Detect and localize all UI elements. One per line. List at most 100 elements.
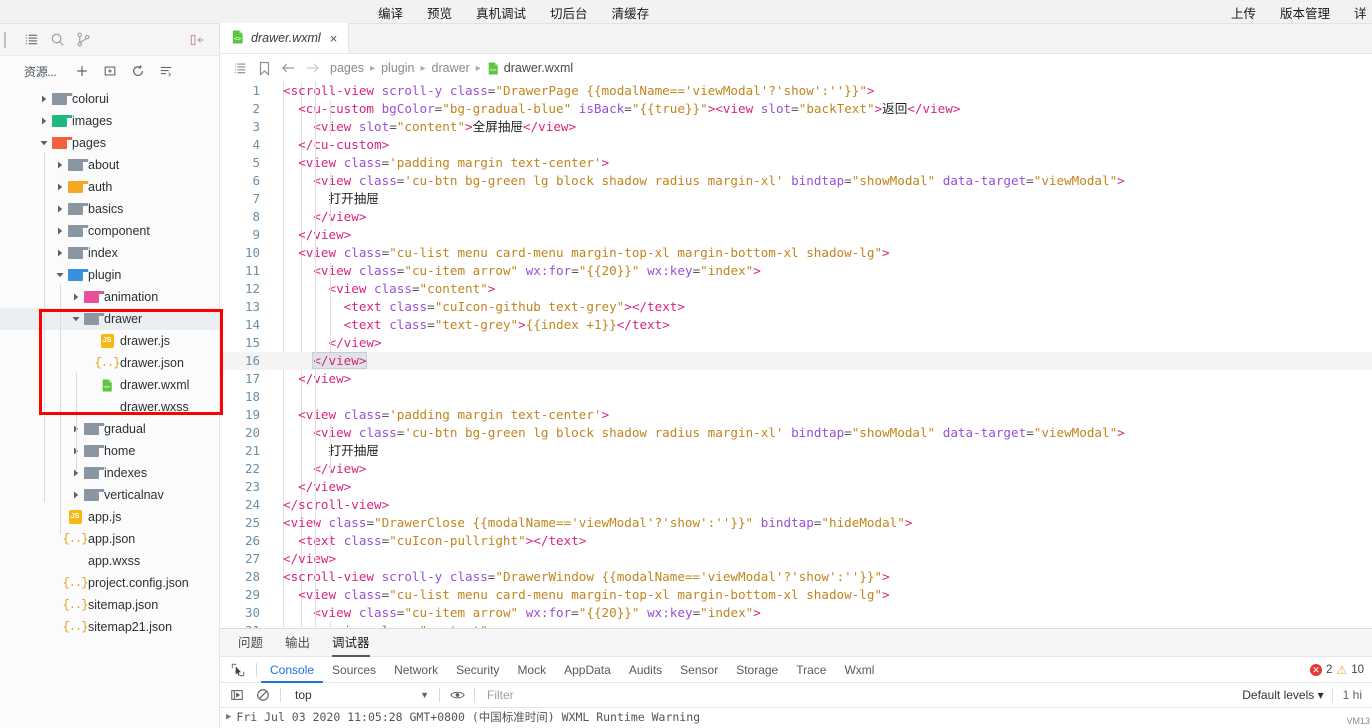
menu-clear-cache[interactable]: 清缓存	[612, 3, 650, 22]
code-line[interactable]: 18	[220, 388, 1372, 406]
devtools-tab-trace[interactable]: Trace	[787, 657, 835, 683]
console-issue-counts[interactable]: ✕ 2 ⚠ 10	[1310, 663, 1372, 677]
console-source-ref[interactable]: VM13	[1346, 716, 1370, 726]
panel-tabs[interactable]: 问题 输出 调试器	[220, 629, 1372, 657]
tree-item-indexes[interactable]: indexes	[0, 462, 219, 484]
code-line[interactable]: 27 </view>	[220, 550, 1372, 568]
code-line[interactable]: 3 <view slot="content">全屏抽屉</view>	[220, 118, 1372, 136]
code-line[interactable]: 25 <view class="DrawerClose {{modalName==…	[220, 514, 1372, 532]
explorer-icon[interactable]	[18, 28, 44, 52]
add-folder-icon[interactable]	[97, 59, 123, 83]
tree-item-sitemap21-json[interactable]: {..} sitemap21.json	[0, 616, 219, 638]
code-line[interactable]: 24 </scroll-view>	[220, 496, 1372, 514]
code-line[interactable]: 13 <text class="cuIcon-github text-grey"…	[220, 298, 1372, 316]
menu-details[interactable]: 详	[1354, 3, 1368, 22]
expand-arrow-icon[interactable]: ▶	[226, 712, 231, 722]
code-line[interactable]: 23 </view>	[220, 478, 1372, 496]
chevron-down-icon[interactable]	[54, 264, 66, 286]
breadcrumb-item-plugin[interactable]: plugin	[381, 61, 414, 75]
code-line[interactable]: 14 <text class="text-grey">{{index +1}}<…	[220, 316, 1372, 334]
inspect-element-icon[interactable]	[224, 657, 252, 683]
code-line[interactable]: 12 <view class="content">	[220, 280, 1372, 298]
tree-item-project-config-json[interactable]: {..} project.config.json	[0, 572, 219, 594]
tree-item-drawer-js[interactable]: JS drawer.js	[0, 330, 219, 352]
clear-console-icon[interactable]	[250, 683, 276, 708]
devtools-tab-security[interactable]: Security	[447, 657, 508, 683]
code-line[interactable]: 17 </view>	[220, 370, 1372, 388]
menu-version-manage[interactable]: 版本管理	[1280, 3, 1330, 22]
devtools-tab-mock[interactable]: Mock	[508, 657, 555, 683]
console-sidebar-icon[interactable]	[444, 683, 470, 708]
tree-item-app-wxss[interactable]: ᳽ app.wxss	[0, 550, 219, 572]
code-line[interactable]: 29 <view class="cu-list menu card-menu m…	[220, 586, 1372, 604]
code-line[interactable]: 7 打开抽屉	[220, 190, 1372, 208]
tree-item-drawer-wxss[interactable]: ᳽ drawer.wxss	[0, 396, 219, 418]
chevron-right-icon[interactable]	[70, 484, 82, 506]
devtools-tab-network[interactable]: Network	[385, 657, 447, 683]
menu-compile[interactable]: 编译	[378, 3, 403, 22]
source-control-icon[interactable]	[70, 28, 96, 52]
code-line[interactable]: 22 </view>	[220, 460, 1372, 478]
menu-background[interactable]: 切后台	[550, 3, 588, 22]
tree-item-drawer-wxml[interactable]: <> drawer.wxml	[0, 374, 219, 396]
tree-item-sitemap-json[interactable]: {..} sitemap.json	[0, 594, 219, 616]
code-line[interactable]: 28 <scroll-view scroll-y class="DrawerWin…	[220, 568, 1372, 586]
tree-item-index[interactable]: index	[0, 242, 219, 264]
code-line[interactable]: 19 <view class='padding margin text-cent…	[220, 406, 1372, 424]
devtools-tab-sources[interactable]: Sources	[323, 657, 385, 683]
add-file-icon[interactable]	[69, 59, 95, 83]
code-line[interactable]: 16 </view>	[220, 352, 1372, 370]
tree-item-drawer-json[interactable]: {..} drawer.json	[0, 352, 219, 374]
breadcrumb-item-file[interactable]: drawer.wxml	[504, 61, 573, 75]
tree-item-verticalnav[interactable]: verticalnav	[0, 484, 219, 506]
devtools-tab-audits[interactable]: Audits	[620, 657, 671, 683]
execution-context-select[interactable]: top ▼	[285, 685, 435, 705]
tree-item-auth[interactable]: auth	[0, 176, 219, 198]
chevron-right-icon[interactable]	[38, 110, 50, 132]
menu-upload[interactable]: 上传	[1231, 3, 1256, 22]
chevron-right-icon[interactable]	[54, 220, 66, 242]
devtools-tab-appdata[interactable]: AppData	[555, 657, 620, 683]
bookmark-icon[interactable]	[252, 54, 276, 82]
devtools-tab-console[interactable]: Console	[261, 657, 323, 683]
file-tree[interactable]: colorui images pages about auth basics compone…	[0, 86, 219, 638]
tree-item-pages[interactable]: pages	[0, 132, 219, 154]
tree-item-colorui[interactable]: colorui	[0, 88, 219, 110]
devtools-tab-storage[interactable]: Storage	[727, 657, 787, 683]
chevron-right-icon[interactable]	[54, 154, 66, 176]
console-log-entry[interactable]: ▶ Fri Jul 03 2020 11:05:28 GMT+0800 (中国标…	[220, 708, 1372, 726]
console-levels-select[interactable]: Default levels ▾	[1234, 688, 1331, 702]
code-line[interactable]: 21 打开抽屉	[220, 442, 1372, 460]
tree-item-animation[interactable]: animation	[0, 286, 219, 308]
code-line[interactable]: 9 </view>	[220, 226, 1372, 244]
code-line[interactable]: 8 </view>	[220, 208, 1372, 226]
editor-tab-drawer-wxml[interactable]: <> drawer.wxml ×	[220, 23, 349, 53]
code-line[interactable]: 10 <view class="cu-list menu card-menu m…	[220, 244, 1372, 262]
outline-icon[interactable]	[228, 54, 252, 82]
console-filter-input[interactable]	[487, 686, 1234, 705]
code-line[interactable]: 20 <view class='cu-btn bg-green lg block…	[220, 424, 1372, 442]
chevron-down-icon[interactable]	[70, 308, 82, 330]
execute-icon[interactable]	[224, 683, 250, 708]
code-line[interactable]: 2 <cu-custom bgColor="bg-gradual-blue" i…	[220, 100, 1372, 118]
devtools-tab-sensor[interactable]: Sensor	[671, 657, 727, 683]
chevron-right-icon[interactable]	[54, 242, 66, 264]
tree-item-plugin[interactable]: plugin	[0, 264, 219, 286]
code-line[interactable]: 26 <text class="cuIcon-pullright"></text…	[220, 532, 1372, 550]
tree-item-component[interactable]: component	[0, 220, 219, 242]
code-line[interactable]: 11 <view class="cu-item arrow" wx:for="{…	[220, 262, 1372, 280]
devtools-tabs[interactable]: Console Sources Network Security Mock AppData…	[261, 657, 883, 683]
tree-item-images[interactable]: images	[0, 110, 219, 132]
tree-item-app-json[interactable]: {..} app.json	[0, 528, 219, 550]
devtools-tab-wxml[interactable]: Wxml	[835, 657, 883, 683]
code-line[interactable]: 5 <view class='padding margin text-cente…	[220, 154, 1372, 172]
nav-back-icon[interactable]	[276, 54, 300, 82]
tree-item-about[interactable]: about	[0, 154, 219, 176]
chevron-right-icon[interactable]	[54, 176, 66, 198]
chevron-right-icon[interactable]	[54, 198, 66, 220]
panel-tab-2[interactable]: 调试器	[332, 629, 370, 657]
menu-preview[interactable]: 预览	[427, 3, 452, 22]
tree-item-home[interactable]: home	[0, 440, 219, 462]
code-line[interactable]: 30 <view class="cu-item arrow" wx:for="{…	[220, 604, 1372, 622]
search-icon[interactable]	[44, 28, 70, 52]
